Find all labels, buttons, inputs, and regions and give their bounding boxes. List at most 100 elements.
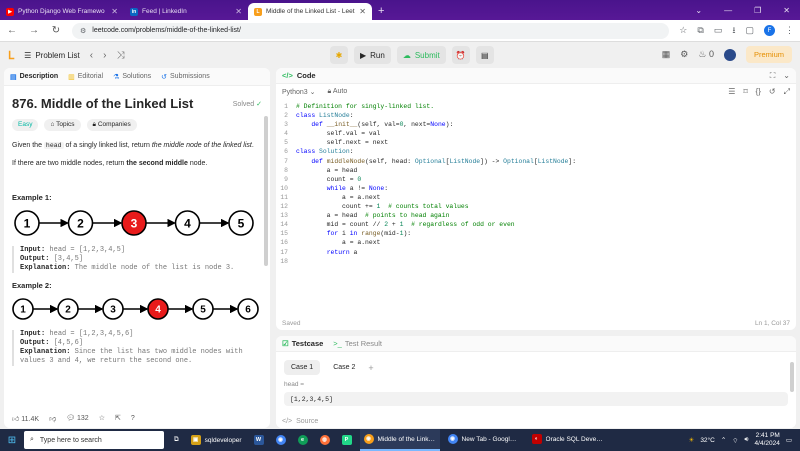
collapse-icon[interactable]: ⌄ — [783, 71, 790, 81]
tab-test-result[interactable]: >_ Test Result — [333, 339, 382, 348]
taskbar-app[interactable]: ◉ New Tab - Google ... — [444, 429, 524, 451]
close-icon[interactable]: ✕ — [111, 7, 118, 16]
comments-button[interactable]: 💬︎ 132 — [66, 414, 89, 422]
code-line[interactable]: 18 — [276, 257, 796, 266]
code-line[interactable]: 7 def middleNode(self, head: Optional[Li… — [276, 157, 796, 166]
firefox-icon[interactable]: ◍ — [316, 429, 334, 451]
back-button[interactable]: ← — [6, 25, 18, 36]
weather-icon[interactable]: ☀ — [688, 436, 694, 444]
language-select[interactable]: Python3 ⌄ — [282, 88, 316, 96]
code-line[interactable]: 10 while a != None: — [276, 184, 796, 193]
menu-icon[interactable]: ⋮ — [785, 25, 794, 36]
code-line[interactable]: 4 self.val = val — [276, 129, 796, 138]
volume-icon[interactable]: 🔊︎ — [744, 436, 748, 444]
profile-avatar[interactable]: F — [764, 25, 775, 36]
code-line[interactable]: 14 mid = count // 2 + 1 # regardless of … — [276, 220, 796, 229]
clock[interactable]: 2:41 PM 4/4/2024 — [755, 432, 780, 448]
network-icon[interactable]: ⌔ — [732, 436, 738, 445]
code-line[interactable]: 3 def __init__(self, val=0, next=None): — [276, 120, 796, 129]
taskbar-app[interactable]: ▣ sqldeveloper — [187, 429, 246, 451]
submit-button[interactable]: ☁ Submit — [396, 46, 446, 64]
code-line[interactable]: 6 class Solution: — [276, 147, 796, 156]
reset-icon[interactable]: ↺ — [769, 87, 776, 97]
forward-button[interactable]: → — [28, 25, 40, 36]
difficulty-badge[interactable]: Easy — [12, 119, 39, 131]
edge-icon[interactable]: e — [294, 429, 312, 451]
code-line[interactable]: 8 a = head — [276, 166, 796, 175]
close-icon[interactable]: ✕ — [359, 7, 366, 16]
like-button[interactable]: 👍︎ 11.4K — [12, 414, 39, 423]
close-window-button[interactable]: ✕ — [783, 6, 790, 15]
expand-icon[interactable]: ⤢ — [784, 87, 790, 97]
share-button[interactable]: ⇱ — [115, 414, 121, 422]
topics-chip[interactable]: ⌂ Topics — [44, 119, 81, 131]
browser-tab[interactable]: ▶ Python Django Web Framewo ✕ — [0, 3, 124, 20]
close-icon[interactable]: ✕ — [235, 7, 242, 16]
case-2-tab[interactable]: Case 2 — [326, 360, 362, 375]
taskbar-app[interactable]: ◐ Oracle SQL Develo... — [528, 429, 608, 451]
notes-button[interactable]: ▤ — [475, 46, 494, 64]
chevron-up-icon[interactable]: ⌃ — [721, 436, 726, 444]
layout-icon[interactable]: ▦ — [662, 49, 671, 60]
case-1-tab[interactable]: Case 1 — [284, 360, 321, 375]
auto-toggle[interactable]: 🔒︎ Auto — [328, 88, 348, 96]
chevron-down-icon[interactable]: ⌄ — [695, 6, 702, 15]
code-line[interactable]: 1 # Definition for singly-linked list. — [276, 102, 796, 111]
add-case-button[interactable]: + — [368, 363, 373, 373]
taskbar-app[interactable]: ◉ Middle of the Linke... — [359, 429, 440, 451]
description-scrollbar[interactable] — [264, 116, 268, 266]
chrome-icon[interactable]: ◉ — [272, 429, 290, 451]
minimize-button[interactable]: — — [724, 6, 732, 15]
tab-testcase[interactable]: ☑ Testcase — [282, 339, 323, 348]
premium-button[interactable]: Premium — [745, 46, 792, 63]
timer-button[interactable]: ⏰ — [451, 46, 470, 64]
code-line[interactable]: 15 for i in range(mid-1): — [276, 229, 796, 238]
sidebar-icon[interactable]: ▭ — [714, 25, 723, 36]
braces-icon[interactable]: {} — [756, 87, 761, 97]
code-line[interactable]: 16 a = a.next — [276, 238, 796, 247]
problem-list-button[interactable]: ☰ Problem List — [24, 51, 80, 60]
code-line[interactable]: 9 count = 0 — [276, 175, 796, 184]
tab-editorial[interactable]: ▥ Editorial — [68, 73, 103, 81]
source-button[interactable]: Source — [296, 418, 318, 425]
new-tab-button[interactable]: + — [372, 5, 390, 20]
format-icon[interactable]: ☰ — [728, 87, 735, 97]
notification-icon[interactable]: ▭ — [786, 436, 792, 444]
settings-icon[interactable]: ⚙ — [680, 49, 688, 60]
head-input[interactable]: [1,2,3,4,5] — [284, 392, 788, 406]
next-problem-button[interactable]: › — [103, 50, 106, 61]
bookmark-icon[interactable]: ⌑ — [743, 87, 747, 97]
code-line[interactable]: 13 a = head # points to head again — [276, 211, 796, 220]
pycharm-icon[interactable]: P — [338, 429, 356, 451]
testcase-scrollbar[interactable] — [790, 362, 794, 392]
code-line[interactable]: 11 a = a.next — [276, 193, 796, 202]
word-icon[interactable]: W — [250, 429, 268, 451]
code-line[interactable]: 5 self.next = next — [276, 138, 796, 147]
dislike-button[interactable]: 👎︎ — [49, 414, 56, 423]
reload-button[interactable]: ↻ — [50, 25, 62, 36]
help-button[interactable]: ? — [131, 415, 135, 422]
code-line[interactable]: 2 class ListNode: — [276, 111, 796, 120]
browser-tab[interactable]: in Feed | LinkedIn ✕ — [124, 3, 248, 20]
prev-problem-button[interactable]: ‹ — [90, 50, 93, 61]
taskbar-search[interactable]: ⌕ Type here to search — [24, 431, 164, 449]
url-field[interactable]: ⚙ leetcode.com/problems/middle-of-the-li… — [72, 22, 670, 39]
tab-solutions[interactable]: ⚗ Solutions — [113, 73, 151, 81]
fullscreen-icon[interactable]: ⛶ — [770, 71, 776, 81]
shuffle-icon[interactable]: ⤨ — [116, 50, 124, 61]
favorite-button[interactable]: ☆ — [99, 414, 105, 422]
tab-submissions[interactable]: ↺ Submissions — [161, 73, 210, 81]
browser-tab-active[interactable]: L Middle of the Linked List - Leet ✕ — [248, 3, 372, 20]
code-editor[interactable]: 1 # Definition for singly-linked list. 2 cl… — [276, 100, 796, 266]
code-line[interactable]: 17 return a — [276, 248, 796, 257]
companies-chip[interactable]: 🔒︎ Companies — [86, 119, 137, 131]
tab-description[interactable]: ▤ Description — [10, 73, 58, 81]
streak-counter[interactable]: ♨ 0 — [698, 49, 714, 60]
user-avatar[interactable] — [723, 48, 736, 61]
maximize-button[interactable]: ❐ — [754, 6, 761, 15]
task-view-icon[interactable]: ⧉ — [170, 429, 183, 451]
code-line[interactable]: 12 count += 1 # counts total values — [276, 202, 796, 211]
extensions-icon[interactable]: ⧉ — [697, 25, 703, 36]
tab-search-icon[interactable]: ▢ — [745, 25, 754, 36]
weather-temp[interactable]: 32°C — [700, 437, 715, 444]
